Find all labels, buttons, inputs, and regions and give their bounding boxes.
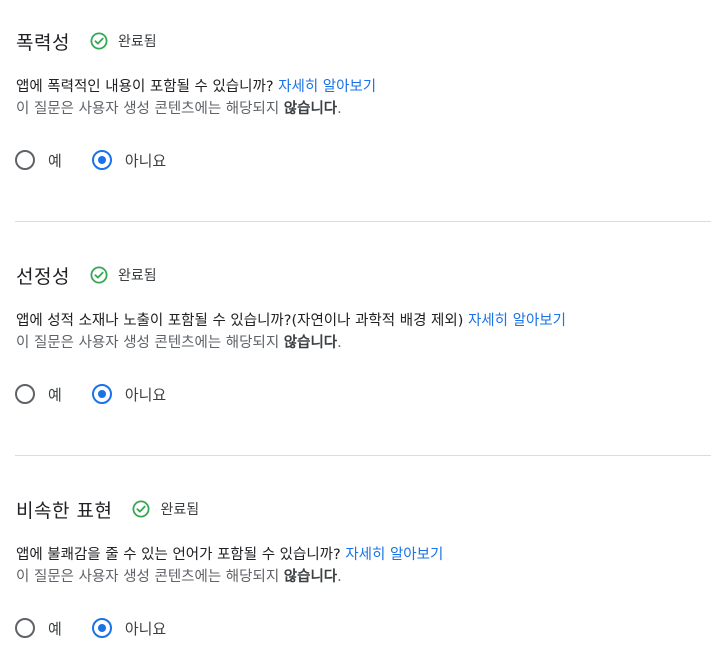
radio-checked-icon[interactable]: [91, 150, 112, 170]
radio-yes[interactable]: 예: [15, 384, 62, 405]
status-text: 완료됨: [160, 502, 200, 518]
radio-no-label: 아니요: [124, 151, 167, 170]
note-bold: 않습니다: [283, 101, 338, 117]
note-prefix: 이 질문은 사용자 생성 콘텐츠에는 해당되지: [16, 569, 284, 585]
status-text: 완료됨: [117, 268, 157, 284]
note-bold: 않습니다: [283, 569, 338, 585]
radio-group: 예 아니요: [15, 615, 166, 641]
note-prefix: 이 질문은 사용자 생성 콘텐츠에는 해당되지: [16, 101, 284, 117]
note-suffix: .: [337, 101, 342, 117]
ugc-note: 이 질문은 사용자 생성 콘텐츠에는 해당되지 않습니다.: [16, 566, 443, 588]
note-prefix: 이 질문은 사용자 생성 콘텐츠에는 해당되지: [16, 335, 284, 351]
ugc-note: 이 질문은 사용자 생성 콘텐츠에는 해당되지 않습니다.: [16, 98, 376, 120]
question-block: 앱에 불쾌감을 줄 수 있는 언어가 포함될 수 있습니까? 자세히 알아보기 …: [16, 544, 443, 588]
check-circle-icon: [90, 266, 108, 284]
status-badge: 완료됨: [90, 265, 157, 285]
check-circle-icon: [132, 500, 150, 518]
section-header: 비속한 표현 완료됨: [16, 496, 199, 522]
radio-yes[interactable]: 예: [15, 618, 62, 639]
question-text: 앱에 폭력적인 내용이 포함될 수 있습니까?: [16, 79, 274, 95]
radio-no[interactable]: 아니요: [91, 384, 167, 405]
section-header: 폭력성 완료됨: [16, 28, 157, 54]
radio-yes[interactable]: 예: [15, 150, 62, 171]
status-text: 완료됨: [117, 34, 157, 50]
radio-checked-icon[interactable]: [91, 618, 112, 638]
section-title: 선정성: [16, 265, 70, 288]
radio-checked-icon[interactable]: [91, 384, 112, 404]
note-suffix: .: [337, 335, 342, 351]
radio-no-label: 아니요: [124, 619, 167, 638]
radio-unchecked-icon[interactable]: [15, 384, 35, 404]
question-block: 앱에 폭력적인 내용이 포함될 수 있습니까? 자세히 알아보기 이 질문은 사…: [16, 76, 376, 120]
radio-yes-label: 예: [48, 385, 62, 404]
section-title: 비속한 표현: [16, 499, 113, 522]
status-badge: 완료됨: [132, 499, 199, 519]
radio-no[interactable]: 아니요: [91, 150, 167, 171]
radio-group: 예 아니요: [15, 147, 166, 173]
section-divider: [15, 221, 711, 222]
question-text: 앱에 불쾌감을 줄 수 있는 언어가 포함될 수 있습니까?: [16, 547, 341, 563]
radio-unchecked-icon[interactable]: [15, 618, 35, 638]
learn-more-link[interactable]: 자세히 알아보기: [345, 547, 443, 563]
question-block: 앱에 성적 소재나 노출이 포함될 수 있습니까?(자연이나 과학적 배경 제외…: [16, 310, 566, 354]
check-circle-icon: [90, 32, 108, 50]
section-title: 폭력성: [16, 31, 70, 54]
learn-more-link[interactable]: 자세히 알아보기: [468, 313, 566, 329]
section-header: 선정성 완료됨: [16, 262, 157, 288]
radio-group: 예 아니요: [15, 381, 166, 407]
radio-unchecked-icon[interactable]: [15, 150, 35, 170]
status-badge: 완료됨: [90, 31, 157, 51]
radio-no-label: 아니요: [124, 385, 167, 404]
question-text: 앱에 성적 소재나 노출이 포함될 수 있습니까?(자연이나 과학적 배경 제외…: [16, 313, 464, 329]
section-divider: [15, 455, 711, 456]
ugc-note: 이 질문은 사용자 생성 콘텐츠에는 해당되지 않습니다.: [16, 332, 566, 354]
learn-more-link[interactable]: 자세히 알아보기: [278, 79, 376, 95]
radio-yes-label: 예: [48, 619, 62, 638]
radio-yes-label: 예: [48, 151, 62, 170]
note-bold: 않습니다: [283, 335, 338, 351]
note-suffix: .: [337, 569, 342, 585]
radio-no[interactable]: 아니요: [91, 618, 167, 639]
